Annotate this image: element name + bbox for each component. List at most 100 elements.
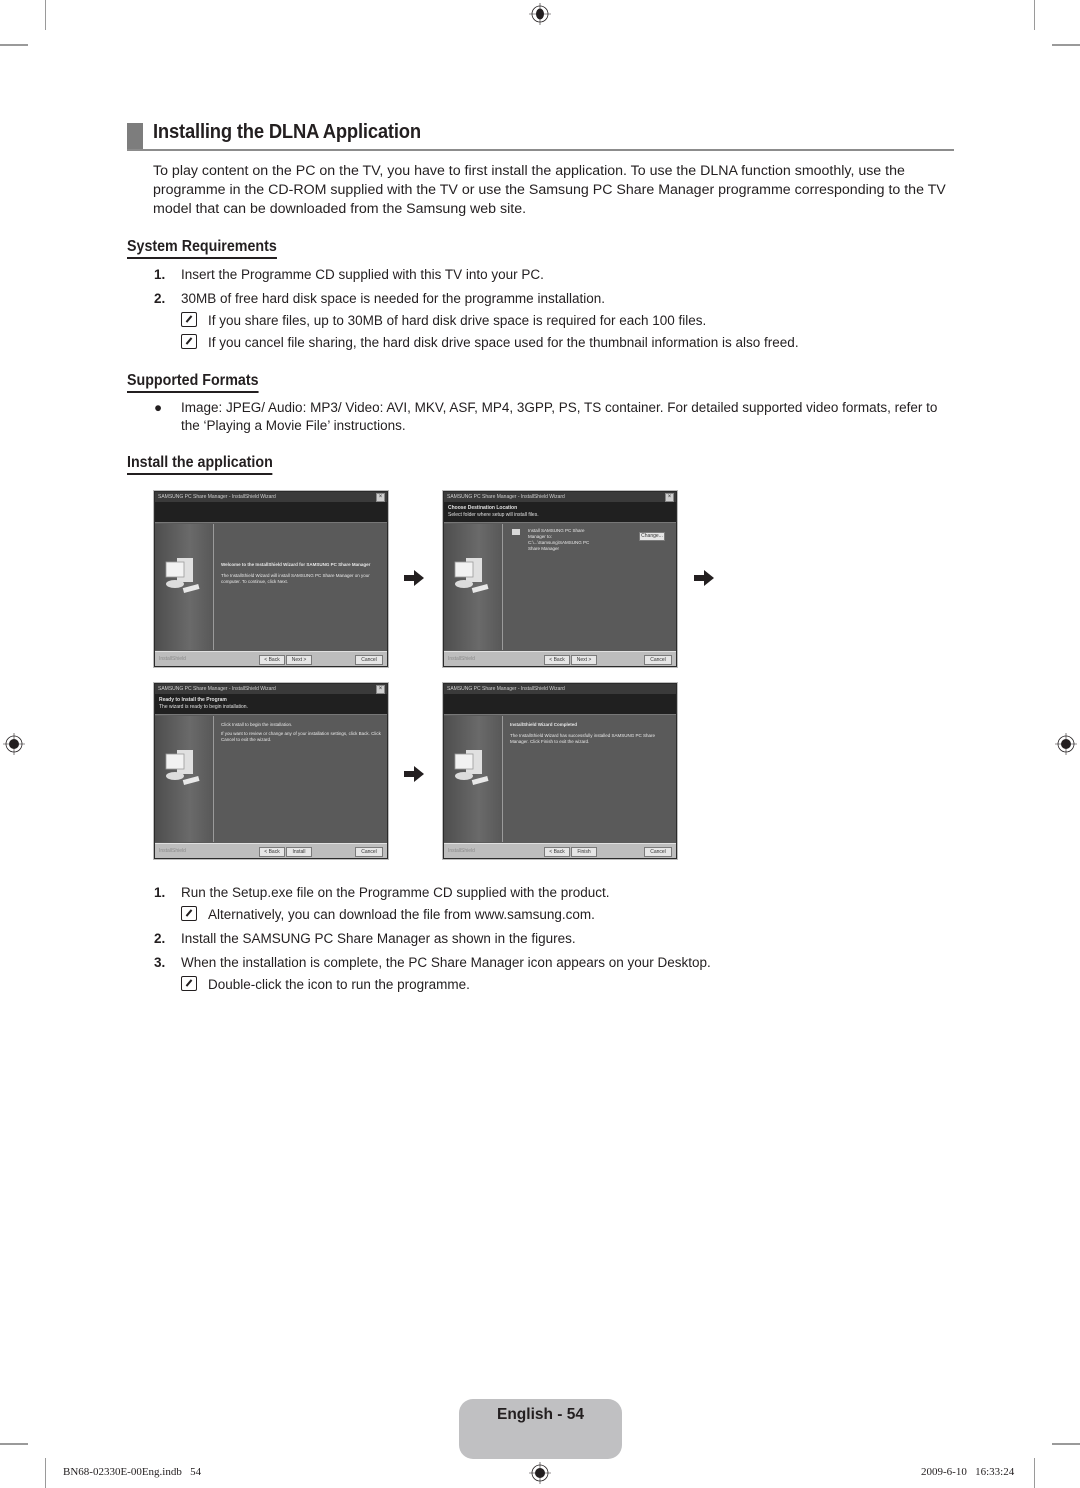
wizard-footer: InstallShield < Back Install Cancel xyxy=(155,843,387,858)
wizard-body: Install SAMSUNG PC Share Manager to: C:\… xyxy=(512,528,602,552)
page-number-label: English - 54 xyxy=(497,1406,584,1423)
registration-mark-icon xyxy=(3,733,25,755)
intro-paragraph: To play content on the PC on the TV, you… xyxy=(153,163,946,217)
list-item: 1. Run the Setup.exe file on the Programm… xyxy=(154,884,610,902)
arrow-right-icon xyxy=(404,766,424,782)
list-item: 3. When the installation is complete, the… xyxy=(154,954,711,972)
crop-mark xyxy=(45,1458,46,1488)
wizard-body: Click Install to begin the installation.… xyxy=(221,722,381,742)
note-icon xyxy=(181,334,197,349)
heading-rule xyxy=(127,149,954,151)
wizard-screenshot-complete: SAMSUNG PC Share Manager - InstallShield… xyxy=(443,683,677,859)
crop-mark xyxy=(0,44,28,46)
wizard-screenshot-destination: SAMSUNG PC Share Manager - InstallShield… xyxy=(443,491,677,667)
change-button: Change... xyxy=(639,532,665,541)
back-button: < Back xyxy=(259,847,285,857)
page-title: Installing the DLNA Application xyxy=(153,121,421,143)
folder-icon xyxy=(512,529,520,535)
wizard-banner: Ready to Install the Program The wizard i… xyxy=(155,694,387,715)
list-item: 2. Install the SAMSUNG PC Share Manager a… xyxy=(154,930,576,948)
cancel-button: Cancel xyxy=(355,655,383,665)
wizard-footer: InstallShield < Back Next > Cancel xyxy=(444,651,676,666)
note-icon xyxy=(181,312,197,327)
back-button: < Back xyxy=(259,655,285,665)
bullet-item: ● Image: JPEG/ Audio: MP3/ Video: AVI, M… xyxy=(154,399,944,435)
wizard-sidebar xyxy=(444,716,503,842)
item-number: 2. xyxy=(154,931,166,946)
section-title-system-requirements: System Requirements xyxy=(127,238,277,259)
note: If you cancel file sharing, the hard dis… xyxy=(181,334,799,352)
wizard-screenshot-welcome: SAMSUNG PC Share Manager - InstallShield… xyxy=(154,491,388,667)
cancel-button: Cancel xyxy=(644,847,672,857)
print-timestamp: 2009-6-10 16:33:24 xyxy=(921,1466,1015,1478)
note-text: If you share files, up to 30MB of hard d… xyxy=(208,313,707,328)
cancel-button: Cancel xyxy=(355,847,383,857)
note-icon xyxy=(181,906,197,921)
back-button: < Back xyxy=(544,655,570,665)
wizard-footer: InstallShield < Back Next > Cancel xyxy=(155,651,387,666)
item-number: 1. xyxy=(154,267,166,282)
crop-mark xyxy=(1034,0,1035,30)
note-text: If you cancel file sharing, the hard dis… xyxy=(208,335,799,350)
section-title-install-application: Install the application xyxy=(127,454,273,475)
item-text: Install the SAMSUNG PC Share Manager as … xyxy=(181,931,576,946)
next-button: Next > xyxy=(571,655,597,665)
window-title: SAMSUNG PC Share Manager - InstallShield… xyxy=(155,492,387,502)
back-button: < Back xyxy=(544,847,570,857)
crop-mark xyxy=(0,1443,28,1445)
item-text: When the installation is complete, the P… xyxy=(181,955,711,970)
item-text: Run the Setup.exe file on the Programme … xyxy=(181,885,610,900)
wizard-body: InstallShield Wizard Completed The Insta… xyxy=(510,722,656,744)
wizard-sidebar xyxy=(155,524,214,650)
note: Alternatively, you can download the file… xyxy=(181,906,595,924)
list-item: 2. 30MB of free hard disk space is needed… xyxy=(154,290,605,308)
bullet-icon: ● xyxy=(154,400,163,415)
note-text: Double-click the icon to run the program… xyxy=(208,977,470,992)
registration-mark-icon xyxy=(1055,733,1077,755)
arrow-right-icon xyxy=(404,570,424,586)
item-text: 30MB of free hard disk space is needed f… xyxy=(181,291,605,306)
wizard-banner: Choose Destination Location Select folder… xyxy=(444,502,676,523)
cancel-button: Cancel xyxy=(644,655,672,665)
item-number: 3. xyxy=(154,955,166,970)
note-icon xyxy=(181,976,197,991)
list-item: 1. Insert the Programme CD supplied with … xyxy=(154,266,544,284)
registration-mark-icon xyxy=(529,3,551,25)
next-button: Next > xyxy=(286,655,312,665)
window-title: SAMSUNG PC Share Manager - InstallShield… xyxy=(444,492,676,502)
item-number: 1. xyxy=(154,885,166,900)
wizard-sidebar xyxy=(155,716,214,842)
wizard-body: Welcome to the InstallShield Wizard for … xyxy=(221,562,371,584)
bullet-text: Image: JPEG/ Audio: MP3/ Video: AVI, MKV… xyxy=(181,400,938,433)
finish-button: Finish xyxy=(571,847,597,857)
computer-icon xyxy=(165,750,200,785)
crop-mark xyxy=(1034,1458,1035,1488)
close-icon: × xyxy=(376,685,385,694)
wizard-screenshot-ready: SAMSUNG PC Share Manager - InstallShield… xyxy=(154,683,388,859)
file-slug: BN68-02330E-00Eng.indb 54 xyxy=(63,1466,202,1478)
close-icon: × xyxy=(665,493,674,502)
wizard-banner xyxy=(444,694,676,715)
window-title: SAMSUNG PC Share Manager - InstallShield… xyxy=(444,684,676,694)
install-button: Install xyxy=(286,847,312,857)
item-number: 2. xyxy=(154,291,166,306)
wizard-sidebar xyxy=(444,524,503,650)
computer-icon xyxy=(454,558,489,593)
note: If you share files, up to 30MB of hard d… xyxy=(181,312,706,330)
arrow-right-icon xyxy=(694,570,714,586)
crop-mark xyxy=(45,0,46,30)
crop-mark xyxy=(1052,44,1080,46)
section-title-supported-formats: Supported Formats xyxy=(127,372,259,393)
registration-mark-icon xyxy=(529,1462,551,1484)
close-icon: × xyxy=(376,493,385,502)
note-text: Alternatively, you can download the file… xyxy=(208,907,595,922)
wizard-footer: InstallShield < Back Finish Cancel xyxy=(444,843,676,858)
heading-bar xyxy=(127,123,143,150)
wizard-banner xyxy=(155,502,387,523)
crop-mark xyxy=(1052,1443,1080,1445)
computer-icon xyxy=(454,750,489,785)
item-text: Insert the Programme CD supplied with th… xyxy=(181,267,544,282)
note: Double-click the icon to run the program… xyxy=(181,976,470,994)
window-title: SAMSUNG PC Share Manager - InstallShield… xyxy=(155,684,387,694)
computer-icon xyxy=(165,558,200,593)
